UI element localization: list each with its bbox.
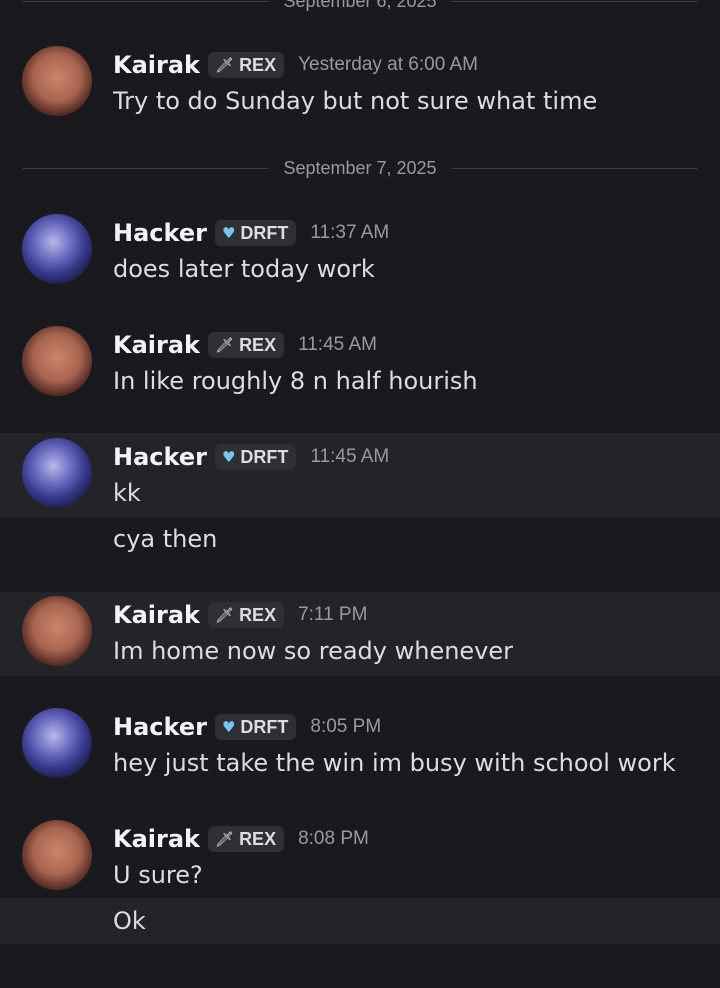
message-text: cya then	[113, 525, 218, 553]
sword-icon: 🗡	[215, 55, 235, 74]
heart-icon: ♥	[221, 717, 236, 736]
timestamp[interactable]: 11:37 AM	[310, 222, 389, 244]
guild-tag[interactable]: ♥ DRFT	[214, 220, 297, 246]
guild-tag-label: REX	[239, 604, 277, 625]
date-divider: September 6, 2025	[22, 0, 699, 16]
author-name[interactable]: Kairak	[113, 825, 200, 853]
avatar[interactable]	[22, 214, 92, 284]
message-text: hey just take the win im busy with schoo…	[113, 749, 676, 777]
author-name[interactable]: Kairak	[113, 601, 200, 629]
sword-icon: 🗡	[215, 335, 235, 354]
timestamp[interactable]: 7:11 PM	[298, 604, 367, 626]
avatar[interactable]	[22, 820, 92, 890]
guild-tag[interactable]: ♥ DRFT	[214, 714, 297, 740]
avatar[interactable]	[22, 46, 92, 116]
timestamp[interactable]: 11:45 AM	[310, 446, 389, 468]
guild-tag-label: REX	[239, 828, 277, 849]
guild-tag[interactable]: 🗡 REX	[208, 52, 285, 78]
avatar[interactable]	[22, 596, 92, 666]
message-hover-highlight	[0, 898, 720, 944]
author-name[interactable]: Hacker	[113, 443, 207, 471]
sword-icon: 🗡	[215, 605, 235, 624]
author-name[interactable]: Kairak	[113, 51, 200, 79]
guild-tag-label: DRFT	[240, 716, 289, 737]
heart-icon: ♥	[221, 447, 236, 466]
avatar[interactable]	[22, 438, 92, 508]
author-name[interactable]: Hacker	[113, 713, 207, 741]
message-text: Im home now so ready whenever	[113, 637, 514, 665]
guild-tag[interactable]: 🗡 REX	[208, 332, 285, 358]
timestamp[interactable]: 8:08 PM	[298, 828, 369, 850]
message-text: Ok	[113, 907, 146, 935]
author-name[interactable]: Kairak	[113, 331, 200, 359]
guild-tag-label: REX	[239, 334, 277, 355]
date-divider-label: September 6, 2025	[283, 0, 437, 11]
guild-tag-label: DRFT	[240, 222, 289, 243]
guild-tag[interactable]: 🗡 REX	[208, 602, 285, 628]
heart-icon: ♥	[221, 223, 236, 242]
avatar[interactable]	[22, 326, 92, 396]
avatar[interactable]	[22, 708, 92, 778]
message-text: U sure?	[113, 861, 203, 889]
timestamp[interactable]: 11:45 AM	[298, 334, 377, 356]
timestamp[interactable]: 8:05 PM	[310, 716, 381, 738]
message-text: In like roughly 8 n half hourish	[113, 367, 478, 395]
date-divider-label: September 7, 2025	[283, 157, 437, 178]
message-text: Try to do Sunday but not sure what time	[113, 87, 598, 115]
guild-tag[interactable]: 🗡 REX	[208, 826, 285, 852]
timestamp[interactable]: Yesterday at 6:00 AM	[298, 54, 478, 76]
guild-tag-label: DRFT	[240, 446, 289, 467]
author-name[interactable]: Hacker	[113, 219, 207, 247]
message-text: kk	[113, 479, 141, 507]
guild-tag-label: REX	[239, 54, 277, 75]
message-text: does later today work	[113, 255, 375, 283]
date-divider: September 7, 2025	[22, 153, 699, 183]
guild-tag[interactable]: ♥ DRFT	[214, 444, 297, 470]
sword-icon: 🗡	[215, 829, 235, 848]
